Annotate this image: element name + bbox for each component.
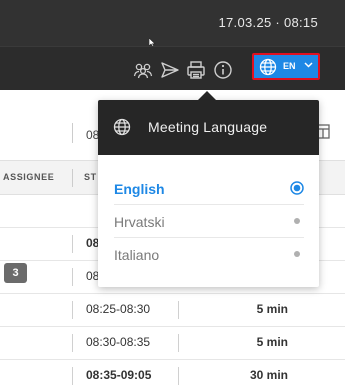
item-number-badge: 3	[4, 263, 27, 283]
top-bar: 17.03.25 · 08:15	[0, 0, 345, 46]
radio-unselected-icon[interactable]	[290, 214, 304, 228]
print-icon[interactable]	[185, 59, 207, 81]
duration-cell: 30 min	[249, 368, 288, 382]
chevron-down-icon	[304, 62, 313, 68]
time-cell: 08:35-09:05	[86, 368, 152, 382]
time-cell: 08:25-08:30	[86, 302, 151, 316]
table-row[interactable]: 08:25-08:30 5 min	[0, 293, 345, 327]
date-time: 17.03.25 · 08:15	[218, 15, 318, 30]
duration-cell: 5 min	[256, 302, 288, 316]
dropdown-title: Meeting Language	[148, 119, 268, 135]
radio-selected-icon[interactable]	[290, 181, 304, 195]
column-assignee[interactable]: ASSIGNEE	[3, 172, 54, 182]
info-icon[interactable]	[212, 59, 234, 81]
globe-icon	[113, 118, 131, 136]
participants-icon[interactable]	[132, 59, 154, 81]
option-label: English	[114, 181, 165, 197]
send-icon[interactable]	[159, 59, 181, 81]
table-row[interactable]: 08:35-09:05 30 min	[0, 359, 345, 392]
column-start[interactable]: ST	[84, 172, 97, 182]
language-option-english[interactable]: English	[114, 172, 304, 205]
language-option-hrvatski[interactable]: Hrvatski	[114, 205, 304, 238]
table-row[interactable]: 08:30-08:35 5 min	[0, 326, 345, 360]
dropdown-pointer	[198, 91, 216, 100]
language-dropdown: Meeting Language English Hrvatski Italia…	[98, 100, 319, 287]
dropdown-header: Meeting Language	[98, 100, 319, 155]
option-label: Italiano	[114, 247, 160, 263]
language-code: EN	[283, 61, 296, 71]
radio-unselected-icon[interactable]	[290, 247, 304, 261]
duration-cell: 5 min	[256, 335, 288, 349]
language-option-italiano[interactable]: Italiano	[114, 238, 304, 271]
option-label: Hrvatski	[114, 214, 165, 230]
language-button[interactable]: EN	[252, 53, 320, 80]
time-cell: 08:30-08:35	[86, 335, 151, 349]
globe-icon	[259, 58, 277, 76]
